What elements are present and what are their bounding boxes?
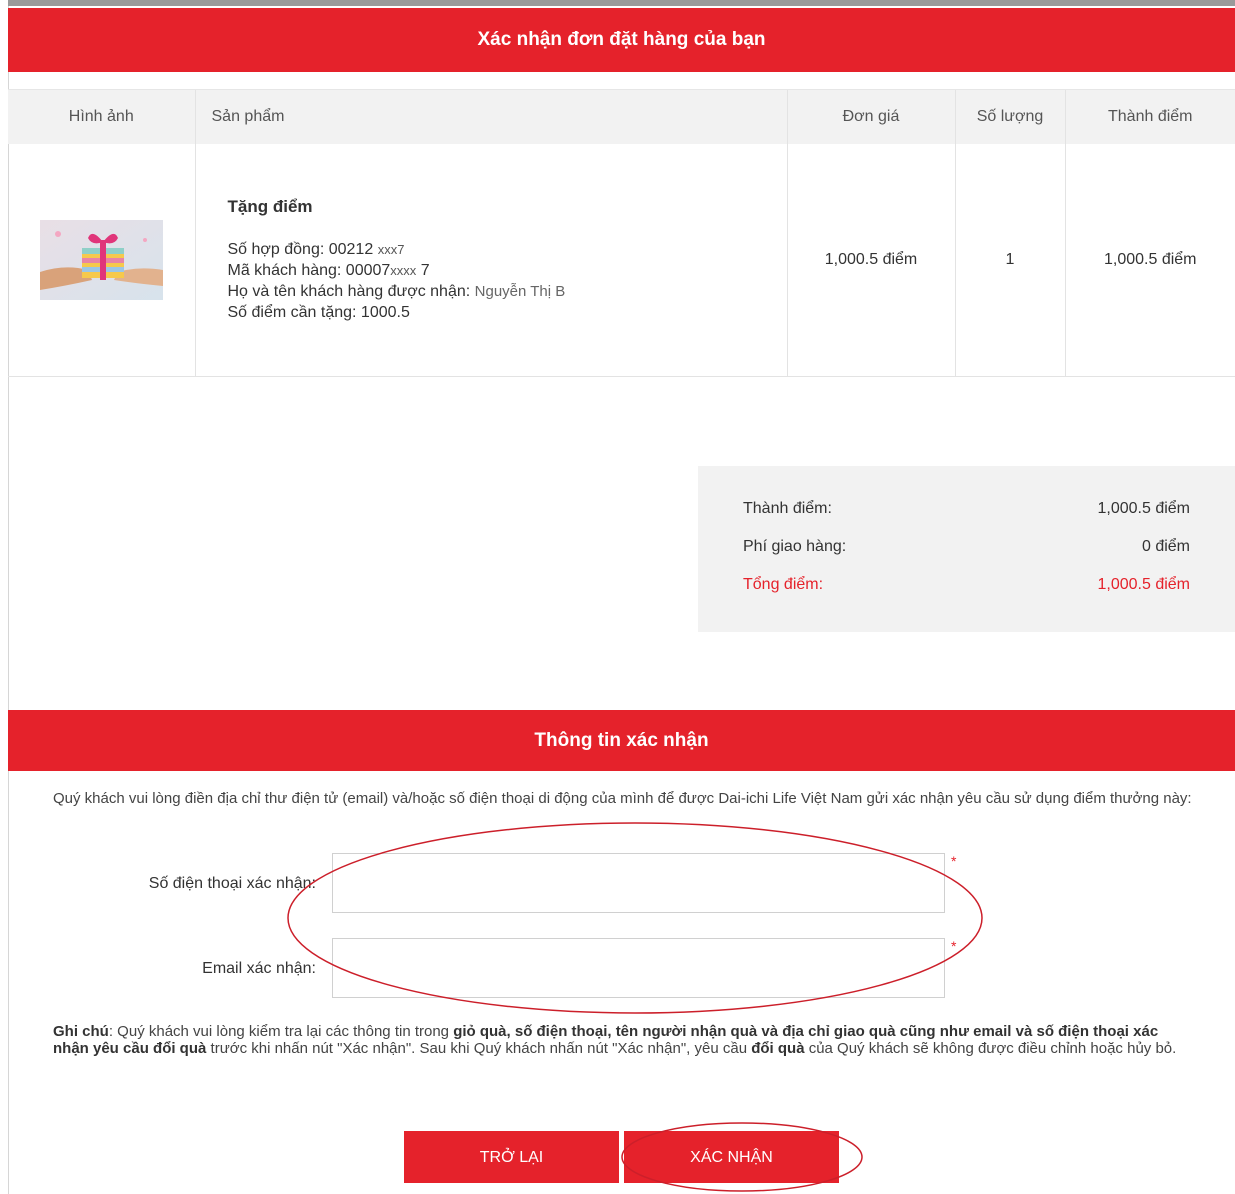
line-total-cell: 1,000.5 điểm [1064,144,1235,377]
recipient-label: Họ và tên khách hàng được nhận: [227,283,471,300]
col-header-product: Sản phẩm [194,89,787,144]
customer-masked: xxxx [390,263,417,278]
subtotal-label: Thành điểm: [743,500,832,517]
order-summary: Thành điểm: 1,000.5 điểm Phí giao hàng: … [698,466,1235,632]
note-part1: : Quý khách vui lòng kiểm tra lại các th… [108,1023,454,1040]
page-title: Xác nhận đơn đặt hàng của bạn [477,29,766,50]
customer-tail: 7 [420,262,430,279]
recipient-value: Nguyễn Thị B [474,283,566,300]
note-bold2: đổi quà [751,1040,805,1057]
product-name: Tặng điểm [227,197,313,216]
cart-table: Hình ảnh Sản phẩm Đơn giá Số lượng Thành… [8,89,1235,377]
product-image-cell [8,144,195,377]
gift-product-image [39,220,163,300]
table-row: Tặng điểm Số hợp đồng: 00212 xxx7 Mã khá… [8,144,1235,377]
email-required-mark: * [951,938,957,954]
recipient-name: Họ và tên khách hàng được nhận: Nguyễn T… [228,281,786,302]
total-label: Tổng điểm: [743,576,824,593]
phone-label: Số điện thoại xác nhận: [148,875,316,892]
confirm-intro-text: Quý khách vui lòng điền địa chỉ thư điện… [53,790,1192,807]
product-details-cell: Tặng điểm Số hợp đồng: 00212 xxx7 Mã khá… [194,144,787,377]
unit-price-cell: 1,000.5 điểm [786,144,955,377]
shipping-value: 0 điểm [1141,538,1190,555]
note-part2: trước khi nhấn nút "Xác nhận". Sau khi Q… [206,1040,752,1057]
contract-number: Số hợp đồng: 00212 xxx7 [228,239,786,260]
email-input[interactable] [332,938,945,998]
cart-header-row: Hình ảnh Sản phẩm Đơn giá Số lượng Thành… [8,89,1235,144]
order-confirm-header: Xác nhận đơn đặt hàng của bạn [8,8,1235,72]
contract-label: Số hợp đồng: 00212 [227,241,374,258]
phone-required-mark: * [951,853,957,869]
shipping-label: Phí giao hàng: [743,538,847,555]
email-label: Email xác nhận: [202,960,316,977]
points-to-gift: Số điểm cần tặng: 1000.5 [227,304,410,321]
back-button[interactable]: TRỞ LẠI [404,1131,619,1183]
confirm-button[interactable]: XÁC NHẬN [624,1131,839,1183]
quantity-cell: 1 [954,144,1065,377]
customer-label: Mã khách hàng: 00007 [227,262,391,279]
phone-input[interactable] [332,853,945,913]
top-border [8,0,1235,6]
col-header-image: Hình ảnh [8,89,195,144]
confirm-info-header: Thông tin xác nhận [8,710,1235,771]
confirm-info-title: Thông tin xác nhận [534,730,709,751]
total-value: 1,000.5 điểm [1097,576,1190,593]
subtotal-value: 1,000.5 điểm [1097,500,1190,517]
note-label: Ghi chú [53,1023,109,1040]
customer-code: Mã khách hàng: 00007xxxx 7 [228,260,786,281]
col-header-unit-price: Đơn giá [786,89,955,144]
note-part3: của Quý khách sẽ không được điều chỉnh h… [804,1040,1177,1057]
col-header-quantity: Số lượng [954,89,1065,144]
col-header-total: Thành điểm [1064,89,1235,144]
note-text: Ghi chú: Quý khách vui lòng kiểm tra lại… [53,1023,1193,1057]
contract-masked: xxx7 [377,242,405,257]
